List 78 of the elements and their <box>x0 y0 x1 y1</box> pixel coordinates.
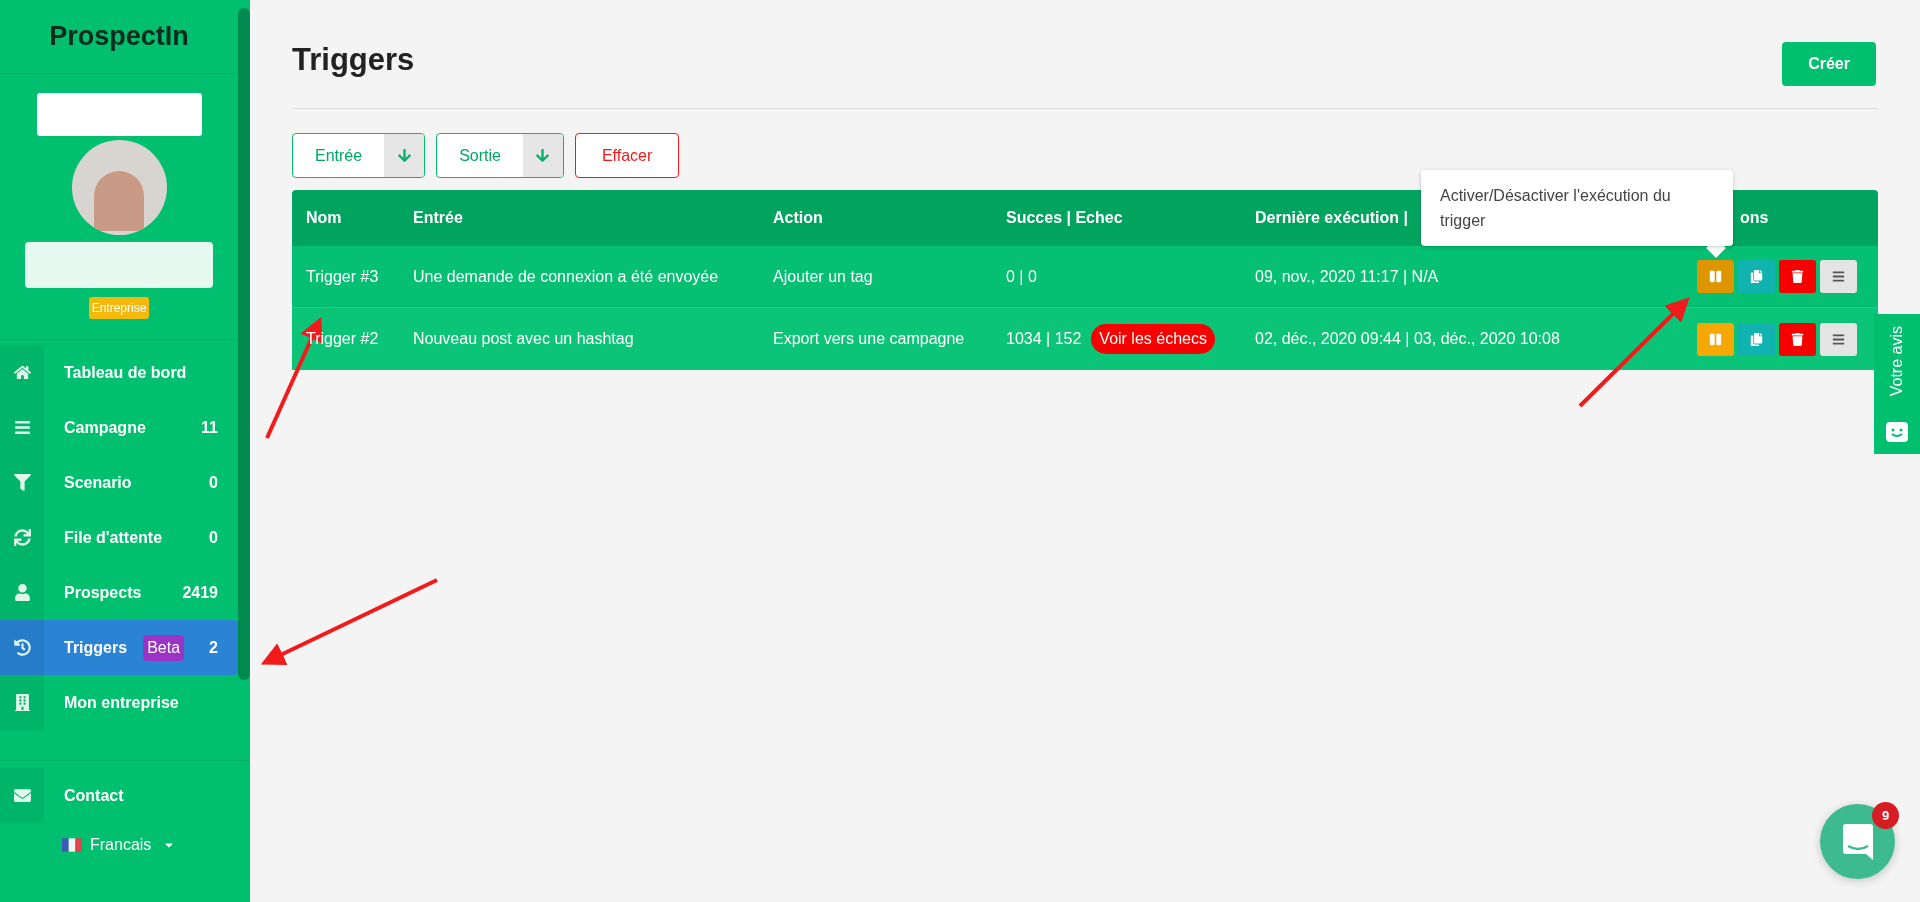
table-cell: Nouveau post avec un hashtag <box>413 330 634 347</box>
table-cell: Ajouter un tag <box>773 267 873 285</box>
chat-icon <box>1842 823 1873 860</box>
filter-dropdown[interactable]: Entrée <box>292 133 426 178</box>
column-header: Nom <box>306 209 342 226</box>
nav-label: Prospects <box>64 582 142 603</box>
toggle-button[interactable] <box>1697 322 1734 356</box>
menu-icon <box>1832 332 1845 346</box>
delete-icon <box>1791 332 1804 346</box>
smiley-icon <box>1886 422 1908 442</box>
delete-button[interactable] <box>1779 322 1816 356</box>
menu-button[interactable] <box>1820 260 1857 293</box>
nav-item[interactable]: Mon entreprise <box>0 675 238 730</box>
nav-item[interactable]: Prospects 2419 <box>0 565 238 620</box>
user-icon <box>13 584 31 601</box>
toggle-button[interactable] <box>1697 260 1734 293</box>
column-header: Action <box>773 209 823 226</box>
menu-icon <box>1832 270 1845 283</box>
nav-item[interactable]: Scenario 0 <box>0 455 238 510</box>
delete-icon <box>1791 270 1804 283</box>
nav-label: Mon entreprise <box>64 692 179 713</box>
filter-icon <box>13 474 31 491</box>
nav-item[interactable]: File d'attente 0 <box>0 510 238 565</box>
copy-icon <box>1750 270 1763 283</box>
nav-count: 2419 <box>182 582 218 603</box>
copy-button[interactable] <box>1738 322 1775 356</box>
mail-icon <box>13 787 31 804</box>
refresh-icon <box>13 529 31 546</box>
table-cell: 09, nov., 2020 11:17 | N/A <box>1255 267 1439 285</box>
table-cell: 02, déc., 2020 09:44 | 03, déc., 2020 10:08 <box>1255 330 1560 347</box>
filter-dropdown[interactable]: Sortie <box>436 133 564 178</box>
building-icon <box>13 694 31 711</box>
flag-icon <box>62 838 82 852</box>
feedback-tab[interactable]: Votre avis <box>1874 314 1920 454</box>
nav-count: 0 <box>209 527 218 548</box>
table-cell-text: 0 | 0 <box>1006 266 1037 287</box>
nav-label: Scenario <box>64 472 132 493</box>
column-header: Entrée <box>413 209 463 226</box>
menu-button[interactable] <box>1820 322 1857 356</box>
nav-item[interactable]: Contact <box>0 768 238 823</box>
create-button[interactable]: Créer <box>1782 42 1876 86</box>
nav-label: Tableau de bord <box>64 362 187 383</box>
clear-button[interactable]: Effacer <box>574 133 680 178</box>
language-select[interactable]: Francais <box>62 833 176 857</box>
copy-button[interactable] <box>1738 260 1775 293</box>
beta-badge: Beta <box>143 634 185 661</box>
nav-count: 11 <box>201 417 218 438</box>
arrow-down-icon <box>535 148 551 163</box>
table-cell: Une demande de connexion a été envoyée <box>413 267 719 285</box>
nav-item[interactable]: Triggers Beta 2 <box>0 620 238 675</box>
table-row[interactable]: Trigger #3 Une demande de connexion a été envoyée Ajouter un tag 0 | 0 09, nov., 2020 11:17 | N/A <box>292 246 1878 308</box>
column-header: ons <box>1740 209 1769 226</box>
delete-button[interactable] <box>1779 260 1816 293</box>
table-cell-text: 1034 | 152 <box>1006 329 1082 349</box>
pause-icon <box>1709 332 1722 346</box>
column-header: Succes | Echec <box>1006 209 1123 226</box>
scrollbar[interactable] <box>238 8 250 680</box>
history-icon <box>13 639 31 656</box>
column-header: Dernière exécution | <box>1255 209 1408 226</box>
nav-label: File d'attente <box>64 527 163 548</box>
plan-badge: Entreprise <box>88 297 150 319</box>
tooltip: Activer/Désactiver l'exécution du trigger <box>1421 170 1733 246</box>
table-cell: Trigger #3 <box>306 267 379 285</box>
page-title: Triggers <box>292 41 415 79</box>
pause-icon <box>1709 270 1722 283</box>
table-cell: Export vers une campagne <box>773 330 965 347</box>
failures-button[interactable]: Voir les échecs <box>1091 324 1215 354</box>
home-icon <box>13 364 31 381</box>
list-icon <box>13 419 31 436</box>
copy-icon <box>1750 332 1763 346</box>
nav-item[interactable]: Campagne 11 <box>0 400 238 455</box>
arrow-down-icon <box>396 148 412 163</box>
nav-label: Campagne <box>64 417 146 438</box>
brand-title: ProspectIn <box>49 20 189 54</box>
nav-item[interactable]: Tableau de bord <box>0 345 238 400</box>
nav-count: 0 <box>209 472 218 493</box>
nav-count: 2 <box>209 637 218 658</box>
nav-label: Triggers <box>64 637 128 658</box>
